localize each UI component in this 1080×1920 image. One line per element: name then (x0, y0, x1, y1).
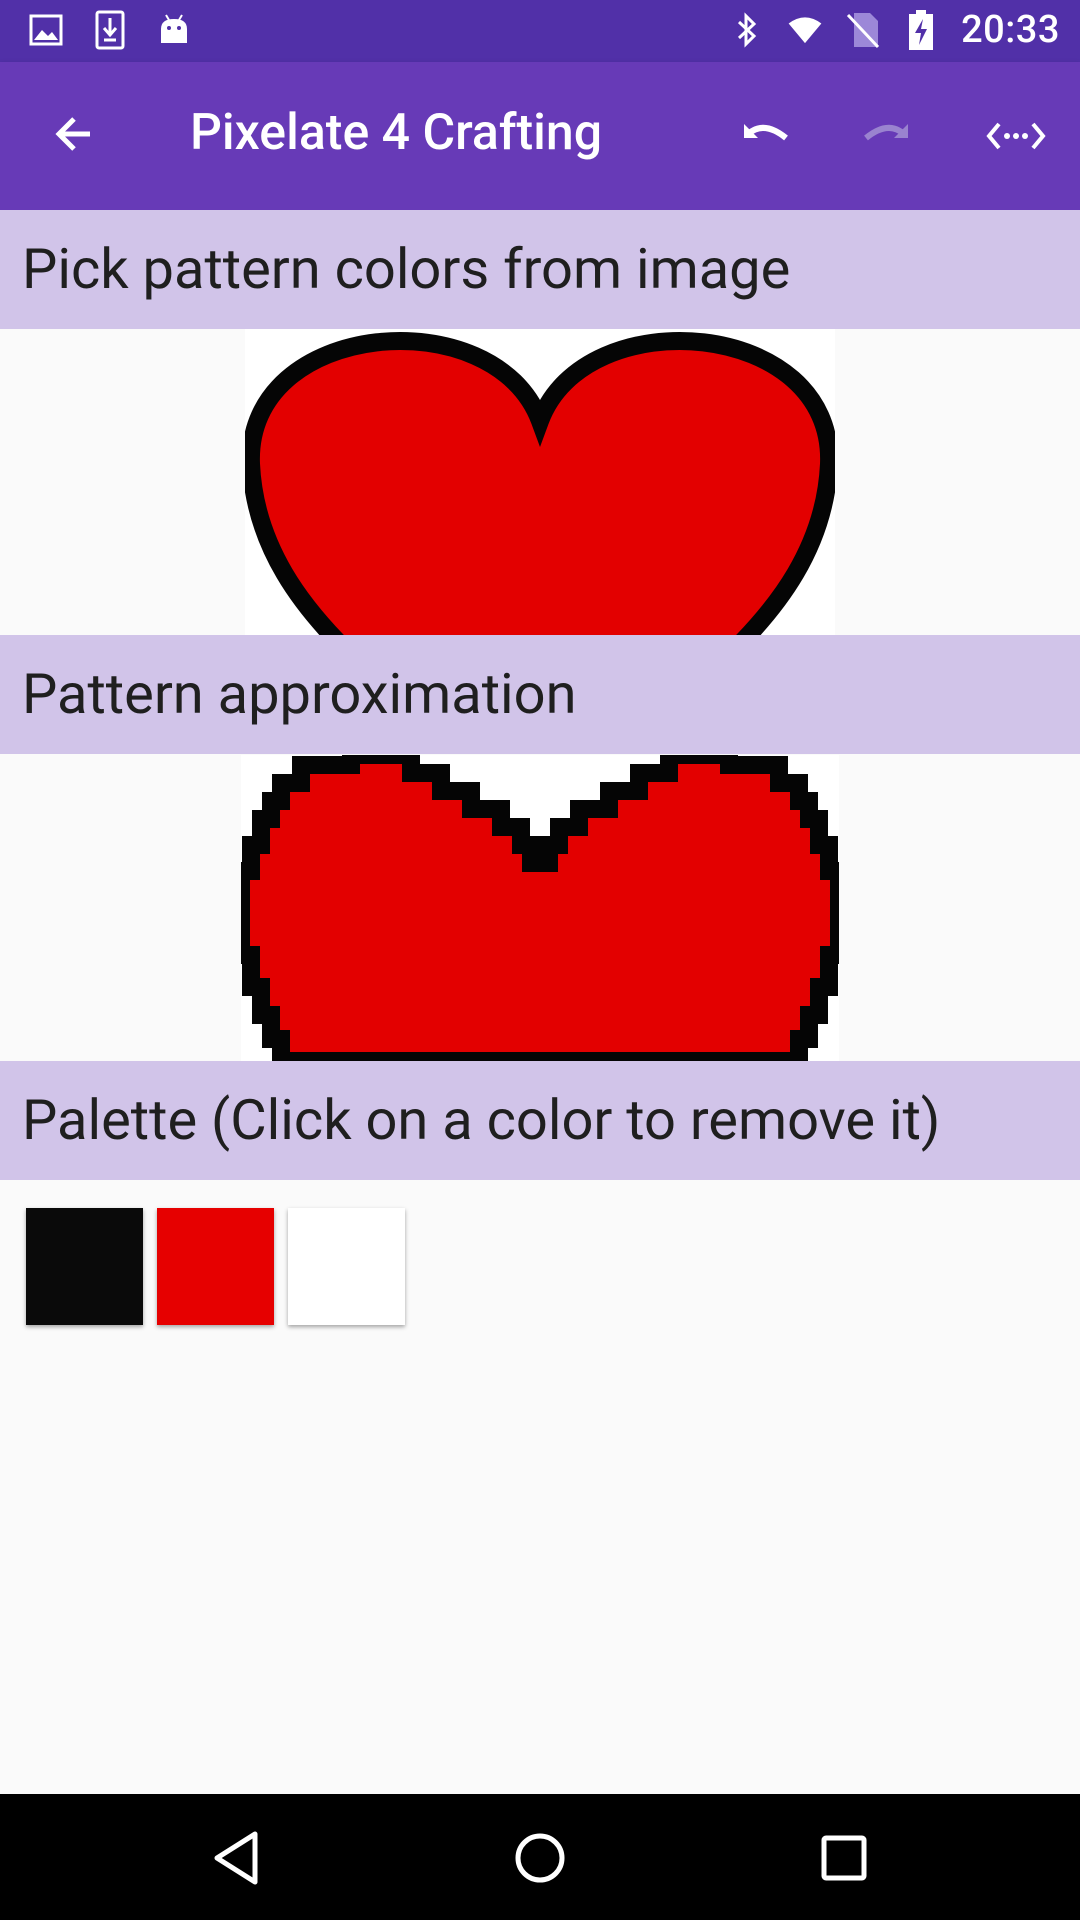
download-icon (92, 10, 128, 50)
redo-button[interactable] (852, 100, 924, 172)
wifi-icon (787, 10, 823, 50)
nav-recent-icon (821, 1835, 867, 1881)
pattern-image (241, 755, 839, 1061)
nav-back-button[interactable] (200, 1822, 272, 1894)
resize-icon (986, 122, 1046, 150)
navigation-bar (0, 1794, 1080, 1920)
nav-home-icon (515, 1833, 565, 1883)
nav-home-button[interactable] (504, 1822, 576, 1894)
page-title: Pixelate 4 Crafting (190, 104, 603, 162)
redo-icon (864, 124, 908, 141)
section-header-approximation: Pattern approximation (0, 635, 1080, 754)
arrow-back-icon (55, 117, 90, 151)
palette-swatch-black[interactable] (26, 1208, 143, 1325)
undo-button[interactable] (728, 100, 800, 172)
palette (26, 1208, 405, 1325)
heart-image (245, 332, 835, 635)
source-image[interactable] (245, 329, 835, 635)
undo-icon (744, 124, 788, 141)
resize-button[interactable] (980, 100, 1052, 172)
android-icon (156, 10, 192, 50)
image-icon (28, 10, 64, 50)
status-bar: 20:33 (0, 0, 1080, 62)
back-button[interactable] (40, 100, 108, 168)
pixelated-heart-image (241, 755, 839, 1061)
nav-recent-button[interactable] (808, 1822, 880, 1894)
palette-swatch-white[interactable] (288, 1208, 405, 1325)
status-time: 20:33 (961, 8, 1060, 52)
section-header-palette: Palette (Click on a color to remove it) (0, 1061, 1080, 1180)
battery-charging-icon (903, 10, 939, 50)
bluetooth-icon (729, 10, 765, 50)
app-bar: Pixelate 4 Crafting (0, 62, 1080, 210)
palette-swatch-red[interactable] (157, 1208, 274, 1325)
no-sim-icon (845, 10, 881, 50)
nav-back-icon (214, 1831, 258, 1885)
section-header-pick-colors: Pick pattern colors from image (0, 210, 1080, 329)
